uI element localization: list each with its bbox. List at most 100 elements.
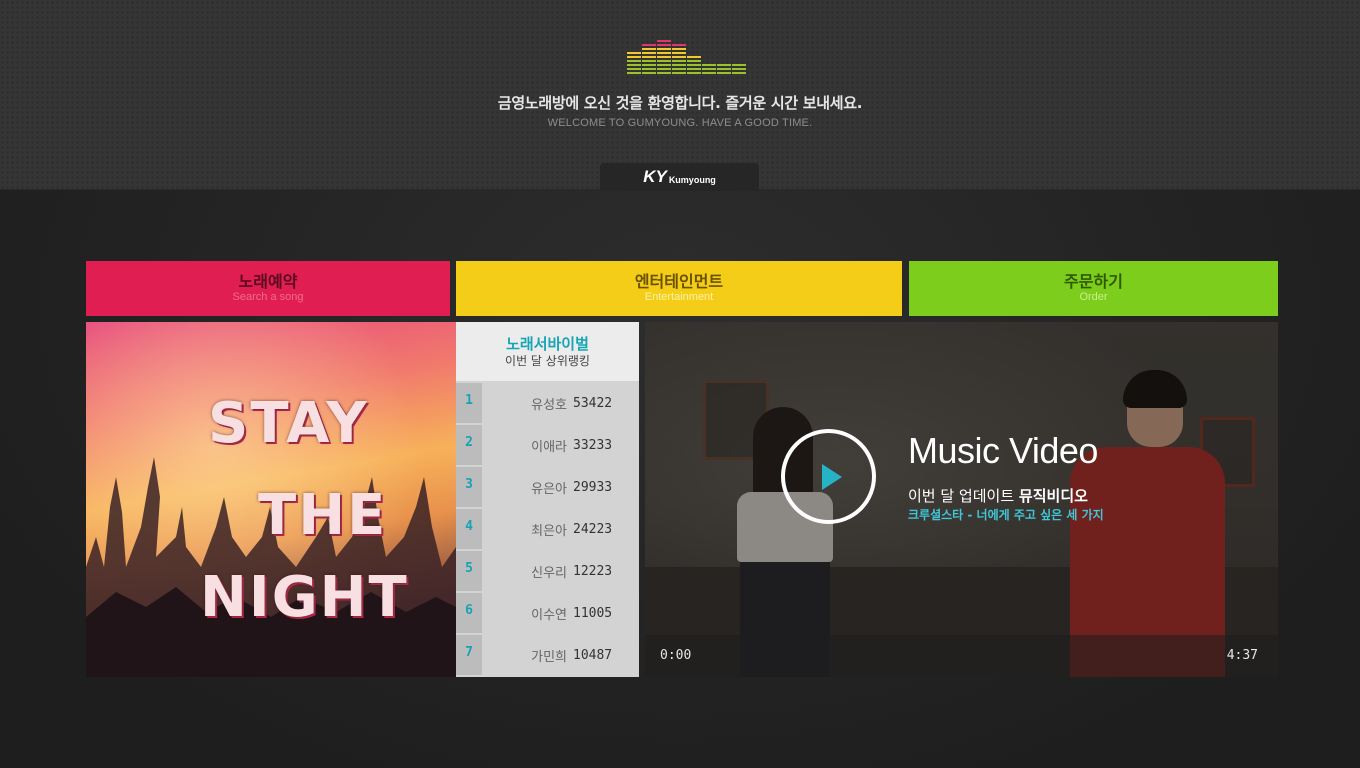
album-title-line1: STAY (208, 391, 369, 456)
equalizer-segment (672, 68, 686, 70)
equalizer-segment (642, 52, 656, 54)
music-video-subtitle: 이번 달 업데이트 뮤직비디오 (908, 485, 1088, 506)
play-button[interactable] (781, 429, 876, 524)
rank-number: 7 (456, 635, 482, 675)
ranking-row[interactable]: 6 이수연 11005 (456, 593, 639, 633)
equalizer-segment (627, 72, 641, 74)
entertainment-label: 엔터테인먼트 (634, 272, 724, 291)
equalizer-segment (732, 64, 746, 66)
equalizer-segment (642, 44, 656, 46)
rank-name: 유은아 (531, 481, 567, 497)
rank-score: 12223 (573, 563, 613, 579)
equalizer-segment (687, 72, 701, 74)
play-icon (821, 463, 842, 490)
song-reservation-button[interactable]: 노래예약 Search a song (86, 261, 450, 316)
equalizer-segment (672, 60, 686, 62)
ranking-subtitle: 이번 달 상위랭킹 (505, 354, 590, 368)
order-button[interactable]: 주문하기 Order (909, 261, 1278, 316)
order-label: 주문하기 (1064, 272, 1123, 291)
ranking-title: 노래서바이벌 (506, 335, 589, 353)
equalizer-segment (642, 64, 656, 66)
equalizer-segment (732, 72, 746, 74)
equalizer-segment (627, 56, 641, 58)
equalizer-bar (657, 40, 671, 74)
song-reservation-label: 노래예약 (238, 272, 298, 291)
rank-score: 33233 (573, 437, 613, 453)
brand-name: Kumyoung (668, 174, 716, 185)
rank-name: 가민희 (531, 649, 567, 665)
equalizer-bar (627, 52, 641, 74)
equalizer-segment (642, 56, 656, 58)
equalizer-segment (702, 64, 716, 66)
equalizer-segment (687, 56, 701, 58)
equalizer-segment (672, 52, 686, 54)
rank-number: 1 (456, 383, 482, 423)
equalizer-bar (717, 64, 731, 74)
rank-score: 11005 (573, 605, 613, 621)
music-video-song: 크루셜스타 - 너에게 주고 싶은 세 가지 (908, 508, 1104, 522)
equalizer-segment (642, 48, 656, 50)
equalizer-segment (627, 60, 641, 62)
equalizer-segment (702, 68, 716, 70)
equalizer-bar (732, 64, 746, 74)
equalizer-bar (672, 44, 686, 74)
equalizer-segment (672, 72, 686, 74)
equalizer-segment (672, 56, 686, 58)
welcome-message-english: WELCOME TO GUMYOUNG. HAVE A GOOD TIME. (547, 117, 813, 129)
equalizer-segment (627, 52, 641, 54)
equalizer-segment (657, 72, 671, 74)
header: 금영노래방에 오신 것을 환영합니다. 즐거운 시간 보내세요. WELCOME… (0, 0, 1360, 191)
rank-name: 이수연 (531, 607, 567, 623)
ranking-header: 노래서바이벌 이번 달 상위랭킹 (456, 322, 639, 381)
equalizer-segment (657, 68, 671, 70)
equalizer-bar (687, 56, 701, 74)
music-video-player[interactable]: Music Video 이번 달 업데이트 뮤직비디오 크루셜스타 - 너에게 … (645, 322, 1278, 677)
ranking-row[interactable]: 4 최은아 24223 (456, 509, 639, 549)
equalizer-segment (657, 56, 671, 58)
rank-score: 10487 (573, 647, 613, 663)
equalizer-segment (657, 64, 671, 66)
rank-number: 2 (456, 425, 482, 465)
song-reservation-sublabel: Search a song (232, 291, 304, 303)
total-time: 4:37 (1226, 648, 1258, 663)
equalizer-segment (627, 68, 641, 70)
equalizer-segment (702, 72, 716, 74)
rank-score: 24223 (573, 521, 613, 537)
equalizer-segment (657, 60, 671, 62)
song-survival-ranking: 노래서바이벌 이번 달 상위랭킹 1 유성호 53422 2 이애라 33233… (456, 322, 639, 677)
equalizer-segment (672, 44, 686, 46)
equalizer-segment (687, 60, 701, 62)
equalizer-segment (642, 60, 656, 62)
brand-tab: KY Kumyoung (600, 163, 759, 191)
equalizer-segment (672, 48, 686, 50)
video-progress-bar[interactable]: 0:00 4:37 (645, 635, 1278, 677)
album-title-line2: THE (258, 483, 388, 548)
rank-name: 최은아 (531, 523, 567, 539)
equalizer-logo-icon (627, 38, 746, 74)
rank-number: 5 (456, 551, 482, 591)
equalizer-segment (717, 72, 731, 74)
rank-score: 29933 (573, 479, 613, 495)
ranking-row[interactable]: 5 신우리 12223 (456, 551, 639, 591)
equalizer-segment (687, 64, 701, 66)
ranking-row[interactable]: 7 가민희 10487 (456, 635, 639, 675)
featured-album-art[interactable]: STAY THE NIGHT (86, 322, 456, 677)
equalizer-segment (657, 52, 671, 54)
equalizer-segment (657, 44, 671, 46)
welcome-message: 금영노래방에 오신 것을 환영합니다. 즐거운 시간 보내세요. (497, 94, 863, 112)
equalizer-bar (702, 64, 716, 74)
equalizer-segment (642, 72, 656, 74)
rank-name: 이애라 (531, 439, 567, 455)
entertainment-sublabel: Entertainment (644, 291, 714, 303)
equalizer-segment (657, 48, 671, 50)
entertainment-button[interactable]: 엔터테인먼트 Entertainment (456, 261, 902, 316)
ranking-row[interactable]: 3 유은아 29933 (456, 467, 639, 507)
equalizer-bar (642, 44, 656, 74)
ranking-row[interactable]: 1 유성호 53422 (456, 383, 639, 423)
equalizer-segment (657, 40, 671, 42)
rank-number: 3 (456, 467, 482, 507)
brand-logo: KY (643, 167, 667, 186)
subtitle-bold: 뮤직비디오 (1018, 487, 1088, 505)
order-sublabel: Order (1079, 291, 1108, 303)
ranking-row[interactable]: 2 이애라 33233 (456, 425, 639, 465)
